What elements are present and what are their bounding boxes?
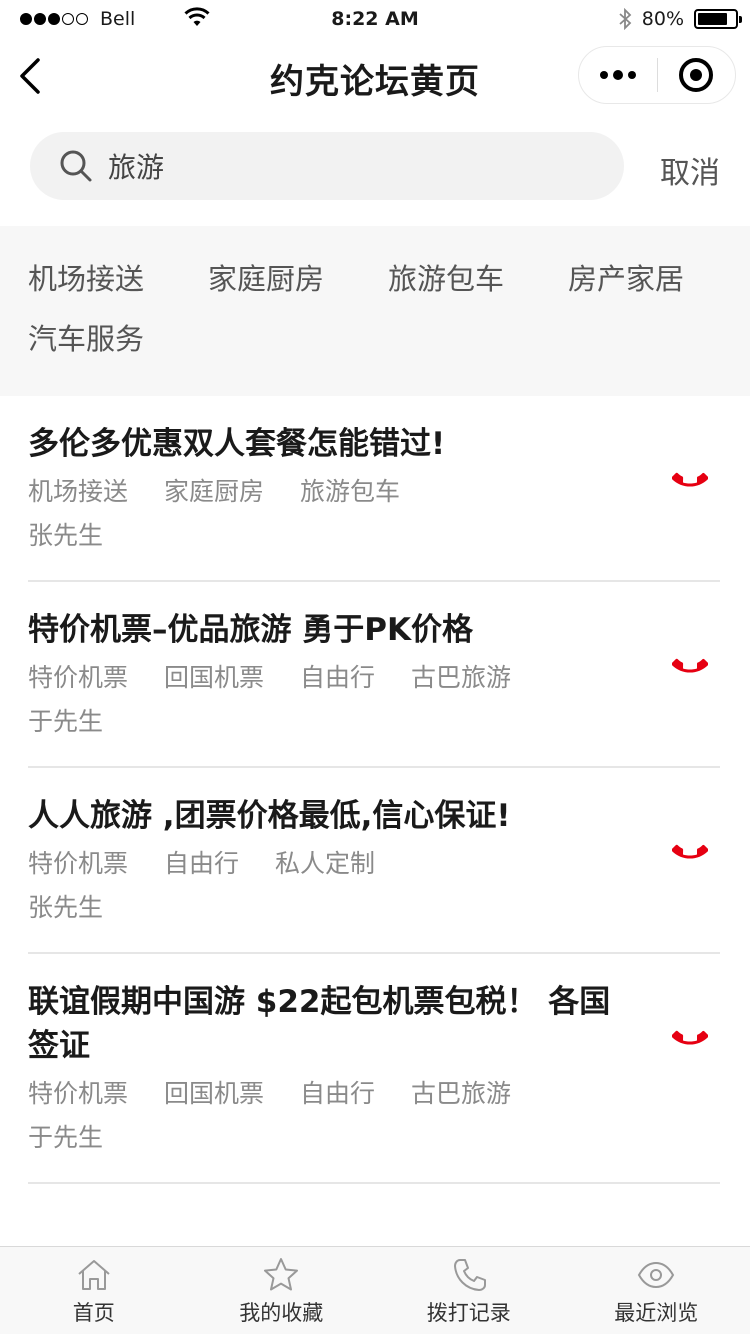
listing-title: 多伦多优惠双人套餐怎能错过!	[28, 426, 446, 462]
status-bar: Bell 8:22 AM 80%	[0, 0, 750, 40]
star-icon	[264, 1258, 299, 1291]
listing-tags: 机场接送 家庭厨房 旅游包车	[28, 470, 720, 514]
tab-label: 最近浏览	[614, 1301, 699, 1325]
listing-tag: 回国机票	[164, 663, 265, 692]
listing-tag: 机场接送	[28, 477, 129, 506]
nav-bar: 约克论坛黄页	[0, 40, 750, 116]
target-icon	[679, 58, 714, 92]
phone-call-icon[interactable]	[672, 832, 708, 868]
phone-icon	[453, 1259, 486, 1291]
search-input[interactable]	[108, 149, 528, 183]
tab-label: 拨打记录	[426, 1301, 511, 1325]
tab-call-history[interactable]: 拨打记录	[375, 1247, 563, 1334]
listing-tag: 自由行	[300, 663, 376, 692]
search-icon	[60, 150, 92, 182]
bluetooth-icon	[619, 8, 632, 30]
listing-tag: 特价机票	[28, 849, 129, 878]
phone-call-icon[interactable]	[672, 1018, 708, 1054]
search-box[interactable]	[30, 132, 624, 200]
listing-tag: 自由行	[164, 849, 240, 878]
battery-level-fill	[698, 13, 727, 25]
listing-tag: 家庭厨房	[164, 477, 265, 506]
listing-tag: 回国机票	[164, 1079, 265, 1108]
listing-contact-name: 张先生	[28, 521, 104, 550]
battery-percent: 80%	[641, 8, 684, 30]
category-item[interactable]: 汽车服务	[28, 316, 208, 376]
category-grid: 机场接送 家庭厨房 旅游包车 房产家居 汽车服务	[28, 256, 750, 376]
listing-contact-name: 张先生	[28, 893, 104, 922]
status-right: 80%	[618, 8, 742, 30]
tab-label: 首页	[72, 1301, 115, 1325]
tab-recent[interactable]: 最近浏览	[563, 1247, 750, 1334]
search-row: 取消	[0, 132, 750, 202]
more-dots-icon	[599, 71, 608, 79]
listing-tag: 旅游包车	[300, 477, 401, 506]
listing-tag: 古巴旅游	[411, 1079, 512, 1108]
listing-item[interactable]: 人人旅游 ,团票价格最低,信心保证! 特价机票 自由行 私人定制 张先生	[28, 768, 720, 954]
category-item[interactable]: 旅游包车	[388, 256, 568, 316]
listing-title: 联谊假期中国游 $22起包机票包税！ 各国签证	[28, 984, 611, 1064]
category-item[interactable]: 房产家居	[568, 256, 748, 316]
category-item[interactable]: 家庭厨房	[208, 256, 388, 316]
listing-title: 人人旅游 ,团票价格最低,信心保证!	[28, 798, 511, 834]
listing-tag: 私人定制	[275, 849, 376, 878]
listing-tags: 特价机票 回国机票 自由行 古巴旅游	[28, 1072, 720, 1116]
category-panel: 机场接送 家庭厨房 旅游包车 房产家居 汽车服务	[0, 226, 750, 396]
listing-tag: 古巴旅游	[411, 663, 512, 692]
mini-program-capsule	[578, 46, 736, 104]
listing-contact-name: 于先生	[28, 1123, 104, 1152]
category-item[interactable]: 机场接送	[28, 256, 208, 316]
listing-item[interactable]: 联谊假期中国游 $22起包机票包税！ 各国签证 特价机票 回国机票 自由行 古巴…	[28, 954, 720, 1184]
listing-tags: 特价机票 回国机票 自由行 古巴旅游	[28, 656, 720, 700]
listing-item[interactable]: 特价机票–优品旅游 勇于PK价格 特价机票 回国机票 自由行 古巴旅游 于先生	[28, 582, 720, 768]
tab-home[interactable]: 首页	[0, 1247, 188, 1334]
home-icon	[78, 1260, 110, 1290]
more-button[interactable]	[579, 46, 657, 104]
battery-icon	[694, 9, 742, 29]
tab-label: 我的收藏	[239, 1301, 324, 1325]
listing-title: 特价机票–优品旅游 勇于PK价格	[28, 612, 474, 648]
listing-contact-name: 于先生	[28, 707, 104, 736]
tab-bar: 首页 我的收藏 拨打记录 最近浏览	[0, 1246, 750, 1334]
listing-tags: 特价机票 自由行 私人定制	[28, 842, 720, 886]
cancel-button[interactable]: 取消	[660, 148, 720, 192]
tab-favorites[interactable]: 我的收藏	[188, 1247, 376, 1334]
eye-icon	[638, 1261, 675, 1289]
listing-tag: 特价机票	[28, 663, 129, 692]
phone-call-icon[interactable]	[672, 460, 708, 496]
phone-call-icon[interactable]	[672, 646, 708, 682]
listing-tag: 自由行	[300, 1079, 376, 1108]
listing-tag: 特价机票	[28, 1079, 129, 1108]
listing-item[interactable]: 多伦多优惠双人套餐怎能错过! 机场接送 家庭厨房 旅游包车 张先生	[28, 396, 720, 582]
listing-list: 多伦多优惠双人套餐怎能错过! 机场接送 家庭厨房 旅游包车 张先生 特价机票–优…	[28, 396, 720, 1184]
close-mini-program-button[interactable]	[658, 46, 736, 104]
